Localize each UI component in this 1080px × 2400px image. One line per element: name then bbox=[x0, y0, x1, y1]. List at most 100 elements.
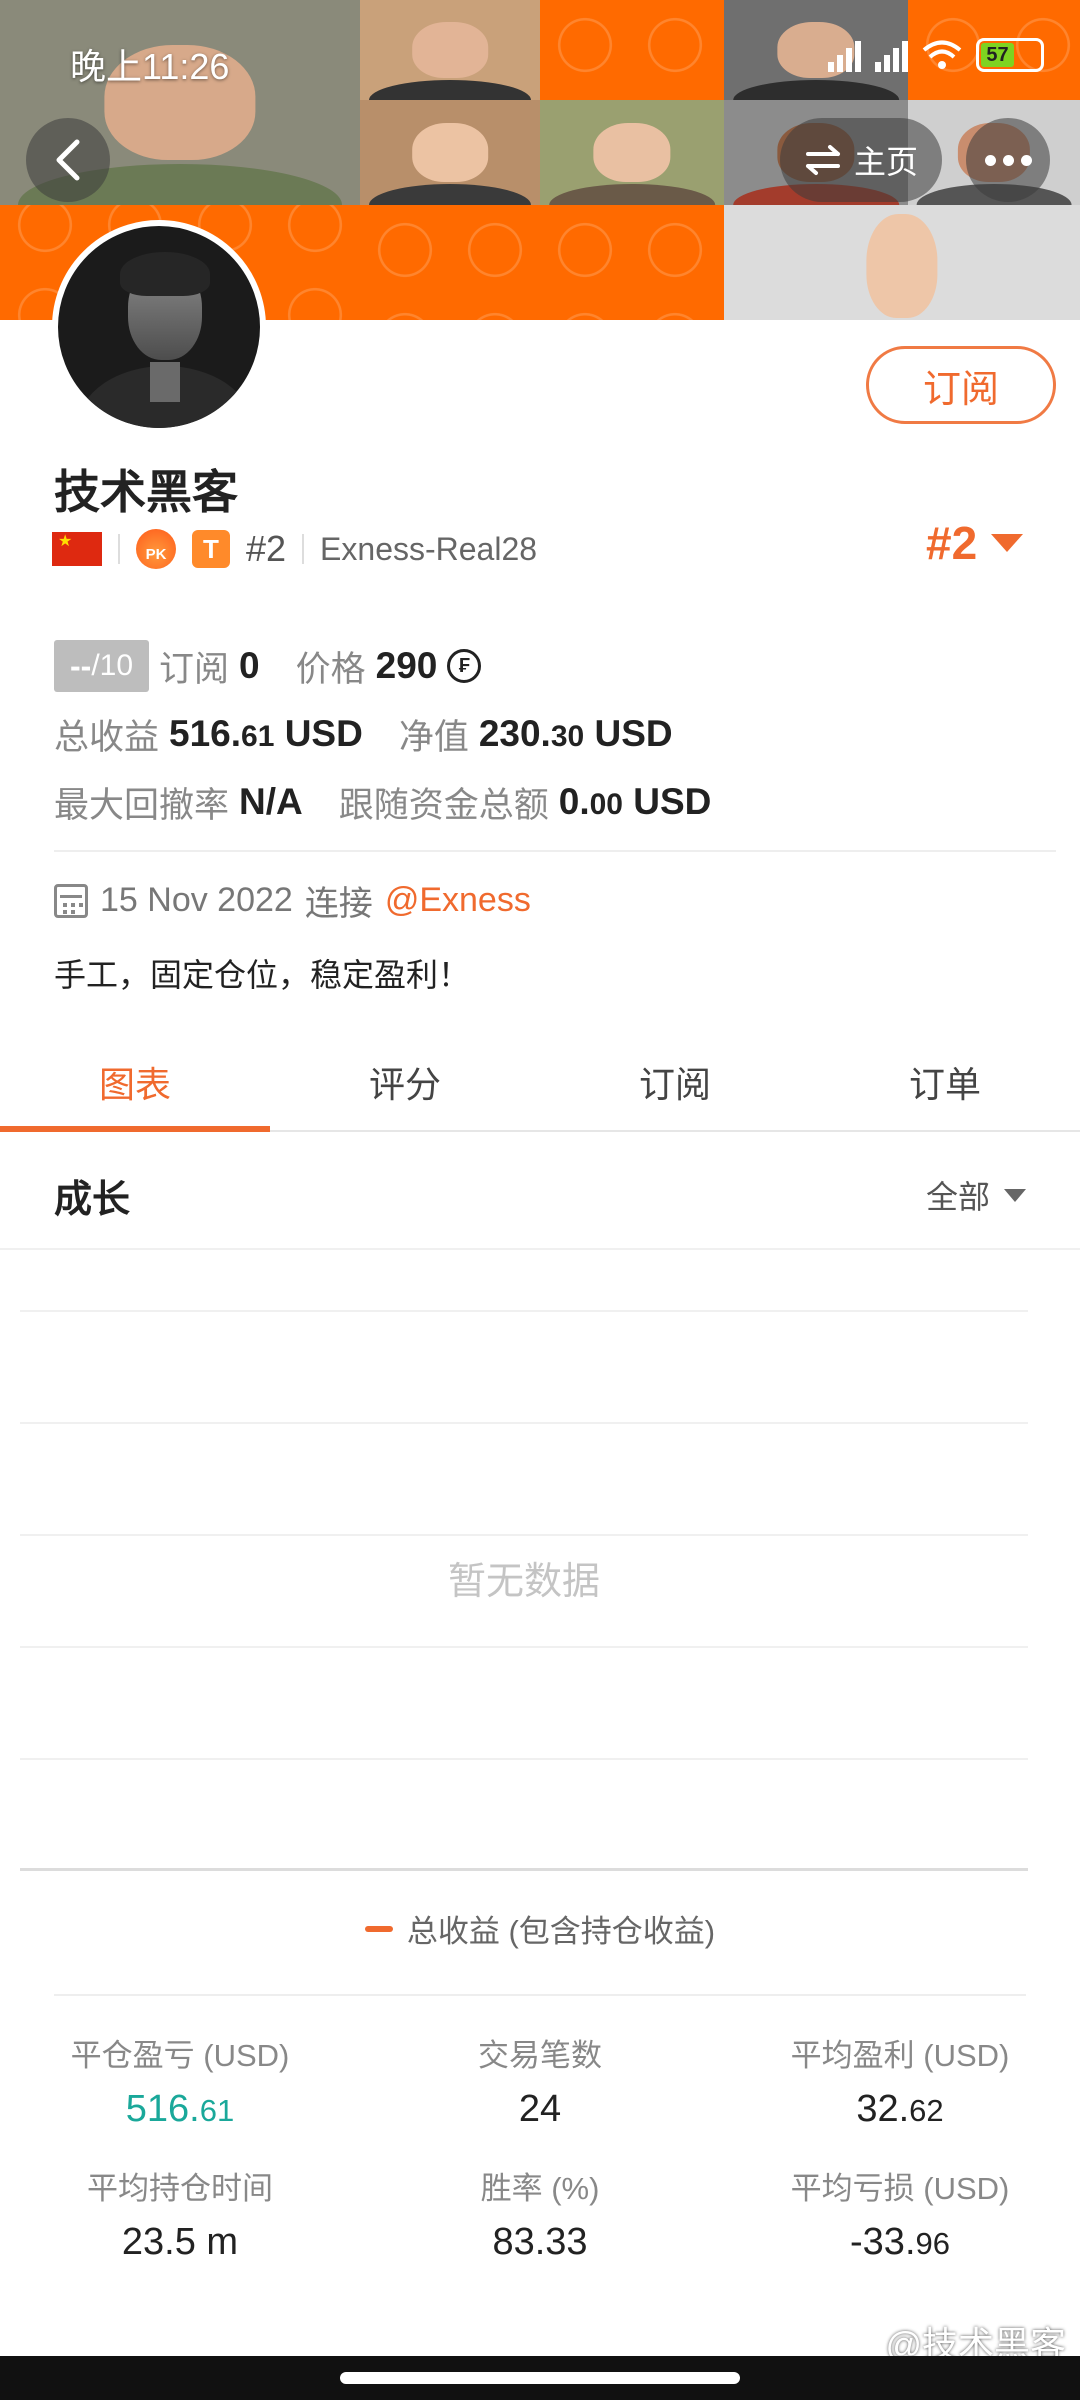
chart-legend[interactable]: 总收益 (包含持仓收益) bbox=[0, 1906, 1080, 1951]
coin-icon: ₣ bbox=[447, 649, 482, 683]
max-drawdown-value: N/A bbox=[239, 781, 303, 822]
avatar[interactable] bbox=[52, 220, 266, 434]
status-icons: 57 bbox=[828, 38, 1044, 72]
metric-trade-count: 交易笔数 24 bbox=[360, 2030, 720, 2131]
tab-chart[interactable]: 图表 bbox=[0, 1040, 270, 1132]
follow-funds-int: 0. bbox=[558, 781, 590, 822]
metric-value: 516.61 bbox=[125, 2088, 235, 2130]
chart-gridline bbox=[20, 1646, 1028, 1648]
battery-level: 57 bbox=[981, 43, 1015, 67]
follow-funds-unit: USD bbox=[633, 781, 712, 822]
equity-unit: USD bbox=[594, 713, 673, 754]
tab-bar: 图表 评分 订阅 订单 bbox=[0, 1040, 1080, 1132]
divider bbox=[54, 1994, 1026, 1996]
home-label: 主页 bbox=[853, 144, 918, 180]
metric-label: 胜率 (%) bbox=[480, 2171, 600, 2206]
chart-x-axis bbox=[20, 1868, 1028, 1871]
metric-value: 23.5 m bbox=[121, 2221, 239, 2263]
follow-funds-dec: 00 bbox=[589, 788, 623, 821]
divider bbox=[54, 850, 1056, 852]
swap-icon bbox=[805, 145, 840, 175]
metric-label: 交易笔数 bbox=[478, 2038, 602, 2073]
more-dot-icon bbox=[1002, 154, 1014, 166]
more-dot-icon bbox=[1020, 154, 1032, 166]
china-flag-icon bbox=[52, 532, 102, 566]
metric-avg-hold-time: 平均持仓时间 23.5 m bbox=[0, 2163, 360, 2264]
equity-int: 230. bbox=[478, 713, 551, 754]
legend-label: 总收益 (包含持仓收益) bbox=[406, 1914, 716, 1949]
chart-gridline bbox=[20, 1422, 1028, 1424]
stats-block: -- /10 订阅 0 价格 290 ₣ 总收益 516.61 USD 净值 2… bbox=[54, 632, 711, 836]
signal-icon bbox=[828, 38, 861, 72]
metric-value: 24 bbox=[518, 2088, 562, 2130]
connection-info: 15 Nov 2022 连接 @Exness bbox=[54, 876, 531, 925]
t-badge-icon: T bbox=[192, 530, 230, 568]
metric-avg-loss: 平均亏损 (USD) -33.96 bbox=[720, 2163, 1080, 2264]
score-value: -- bbox=[70, 647, 92, 684]
stats-line-1: -- /10 订阅 0 价格 290 ₣ bbox=[54, 632, 711, 700]
calendar-icon bbox=[54, 883, 88, 918]
profile-description: 手工，固定仓位，稳定盈利！ bbox=[54, 957, 471, 993]
status-time: 晚上11:26 bbox=[70, 46, 230, 87]
wifi-icon bbox=[922, 40, 962, 69]
metric-value: -33.96 bbox=[850, 2221, 950, 2263]
back-button[interactable] bbox=[26, 118, 110, 202]
tab-orders[interactable]: 订单 bbox=[810, 1040, 1080, 1130]
score-max: /10 bbox=[91, 649, 134, 682]
divider bbox=[302, 534, 305, 564]
stats-line-3: 最大回撤率 N/A 跟随资金总额 0.00 USD bbox=[54, 768, 711, 836]
total-profit-unit: USD bbox=[284, 713, 363, 754]
chart-gridline bbox=[20, 1534, 1028, 1536]
rank-value: #2 bbox=[926, 517, 978, 569]
metric-label: 平均亏损 (USD) bbox=[790, 2171, 1010, 2206]
rank-selector[interactable]: #2 bbox=[926, 516, 1024, 570]
connect-date: 15 Nov 2022 bbox=[100, 881, 293, 919]
total-profit-label: 总收益 bbox=[54, 717, 160, 757]
badges-row: PK T #2 Exness-Real28 bbox=[52, 524, 537, 574]
tab-subscribe[interactable]: 订阅 bbox=[540, 1040, 810, 1130]
metric-label: 平均盈利 (USD) bbox=[790, 2038, 1010, 2073]
score-badge: -- /10 bbox=[54, 640, 150, 692]
broker-link[interactable]: @Exness bbox=[385, 881, 531, 920]
banner-photo bbox=[724, 205, 1080, 320]
metric-value: 32.62 bbox=[856, 2088, 944, 2130]
more-button[interactable] bbox=[966, 118, 1050, 202]
metric-win-rate: 胜率 (%) 83.33 bbox=[360, 2163, 720, 2264]
caret-down-icon bbox=[991, 534, 1024, 552]
signal-icon bbox=[875, 38, 908, 72]
divider bbox=[118, 534, 120, 564]
metric-label: 平均持仓时间 bbox=[87, 2171, 273, 2206]
rank-label: #2 bbox=[246, 528, 287, 569]
price-label: 价格 bbox=[295, 649, 366, 689]
price-value: 290 bbox=[375, 645, 438, 686]
metrics-grid: 平仓盈亏 (USD) 516.61 交易笔数 24 平均盈利 (USD) 32.… bbox=[0, 2030, 1080, 2264]
range-filter[interactable]: 全部 bbox=[926, 1172, 1026, 1218]
section-title: 成长 bbox=[54, 1179, 131, 1221]
home-indicator[interactable] bbox=[340, 2372, 740, 2384]
equity-dec: 30 bbox=[550, 720, 585, 753]
caret-down-icon bbox=[1004, 1188, 1026, 1202]
more-dot-icon bbox=[984, 154, 996, 166]
pk-fire-icon: PK bbox=[136, 529, 176, 569]
home-button[interactable]: 主页 bbox=[780, 118, 942, 202]
metric-label: 平仓盈亏 (USD) bbox=[70, 2038, 290, 2073]
subscribe-button[interactable]: 订阅 bbox=[866, 346, 1056, 424]
metric-value: 83.33 bbox=[492, 2221, 588, 2263]
total-profit-dec: 61 bbox=[241, 720, 275, 753]
metric-avg-profit: 平均盈利 (USD) 32.62 bbox=[720, 2030, 1080, 2131]
growth-section-header: 成长 全部 bbox=[0, 1134, 1080, 1250]
follow-funds-label: 跟随资金总额 bbox=[338, 785, 549, 825]
max-drawdown-label: 最大回撤率 bbox=[54, 785, 230, 825]
account-name: Exness-Real28 bbox=[320, 530, 538, 567]
tab-rating[interactable]: 评分 bbox=[270, 1040, 540, 1130]
stats-line-2: 总收益 516.61 USD 净值 230.30 USD bbox=[54, 700, 711, 768]
battery-icon: 57 bbox=[976, 38, 1044, 72]
chart-gridline bbox=[20, 1310, 1028, 1312]
status-bar: 晚上11:26 57 bbox=[0, 0, 1080, 120]
connect-label: 连接 bbox=[304, 885, 373, 923]
chevron-left-icon bbox=[56, 139, 80, 181]
range-filter-label: 全部 bbox=[925, 1179, 990, 1215]
banner-pattern bbox=[360, 205, 724, 320]
profile-name: 技术黑客 bbox=[54, 466, 238, 518]
metric-closed-pnl: 平仓盈亏 (USD) 516.61 bbox=[0, 2030, 360, 2131]
